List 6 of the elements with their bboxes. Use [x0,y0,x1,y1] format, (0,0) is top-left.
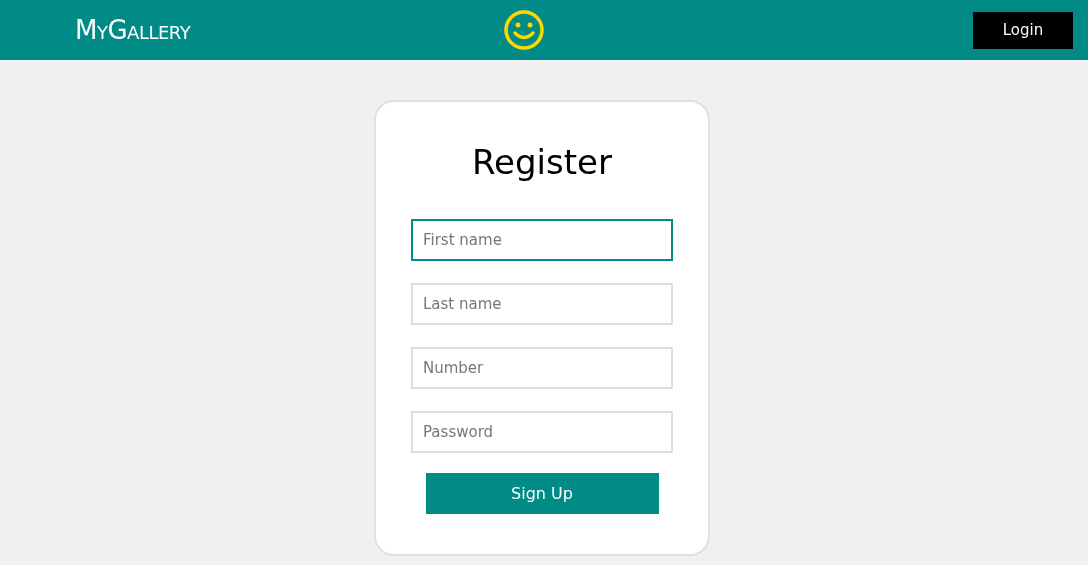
brand-logo[interactable]: MyGallery [75,15,503,45]
form-title: Register [472,142,612,182]
sign-up-button[interactable]: Sign Up [425,473,659,514]
smiley-icon [503,9,545,51]
input-field[interactable]: First name [411,219,673,261]
login-button[interactable]: Login [973,11,1073,49]
